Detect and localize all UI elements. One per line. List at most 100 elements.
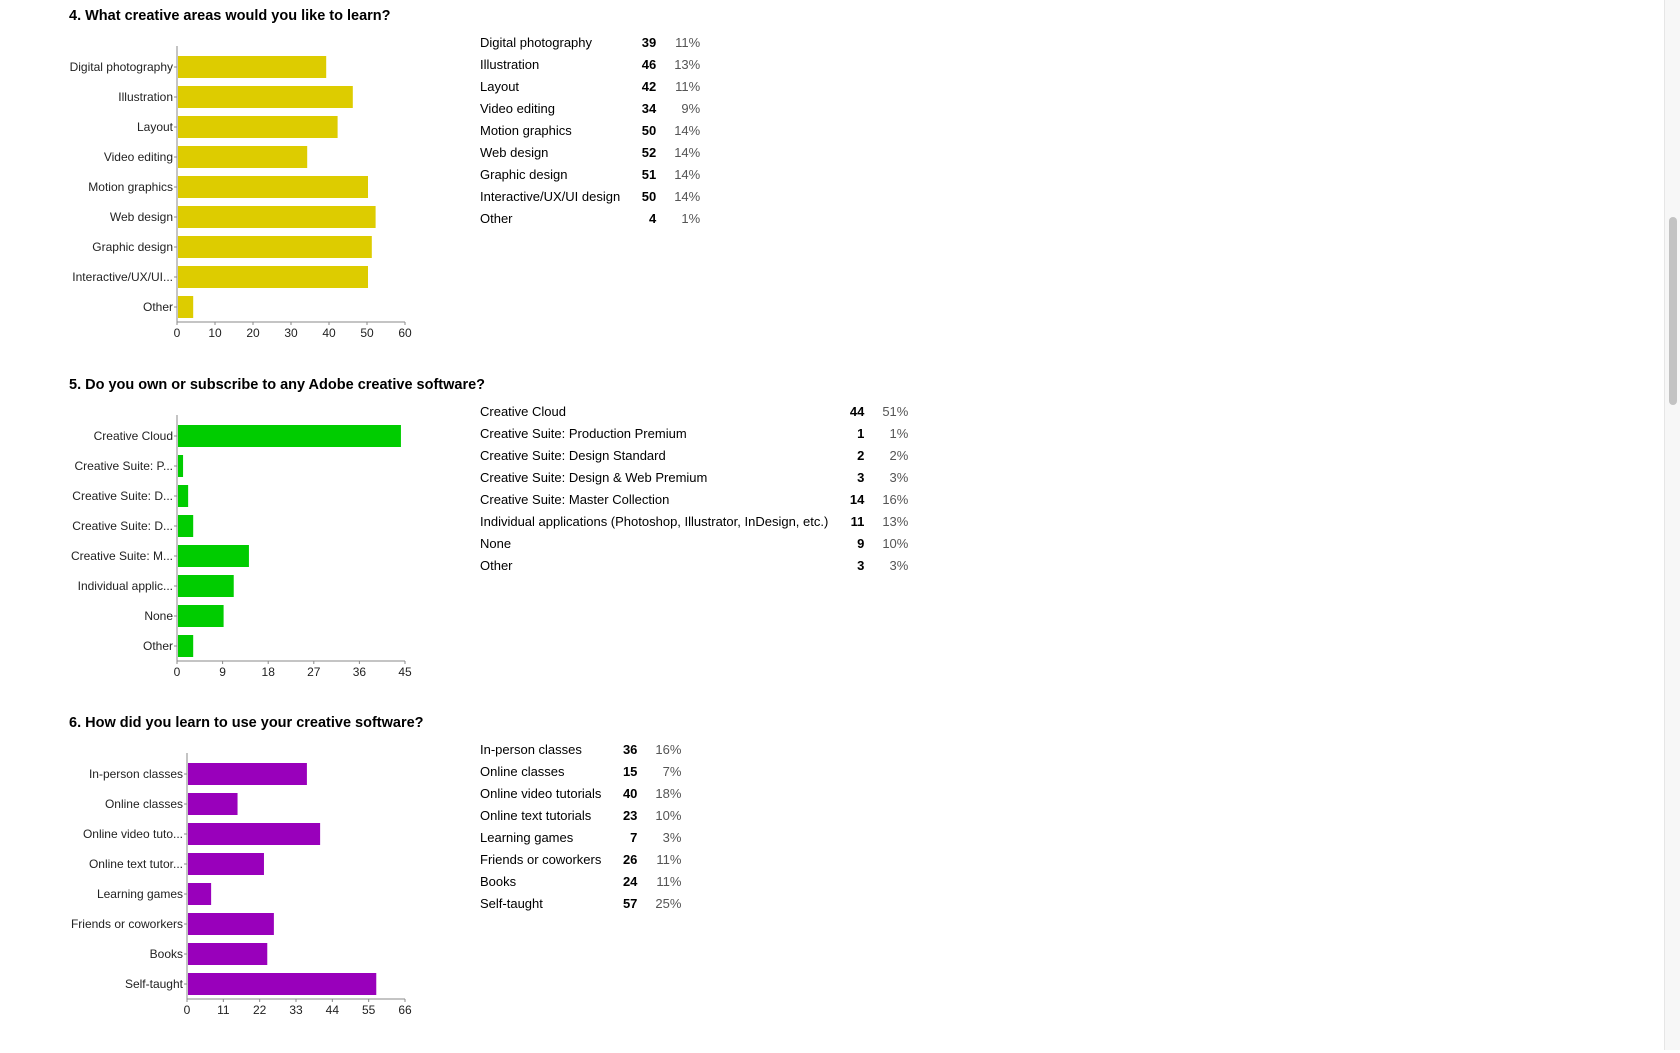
summary-row: Creative Suite: Master Collection 14 16% <box>480 489 908 511</box>
category-label: Online video tuto... <box>83 827 183 841</box>
summary-percent: 11% <box>675 79 701 94</box>
summary-table: Creative Cloud 44 51% Creative Suite: Produ… <box>480 401 908 577</box>
summary-row: Individual applications (Photoshop, Illu… <box>480 511 908 533</box>
summary-count: 50 <box>641 189 657 204</box>
bar <box>188 853 264 875</box>
bar <box>178 635 194 657</box>
bar <box>188 913 274 935</box>
summary-label: Online classes <box>480 764 565 779</box>
x-tick-label: 20 <box>246 326 260 340</box>
summary-row: Video editing 34 9% <box>480 98 700 120</box>
summary-row: Online text tutorials 23 10% <box>480 805 681 827</box>
summary-count: 51 <box>641 167 657 182</box>
bar <box>178 515 194 537</box>
summary-row: Web design 52 14% <box>480 142 700 164</box>
category-label: Self-taught <box>125 977 184 991</box>
summary-label: Individual applications (Photoshop, Illu… <box>480 514 829 529</box>
bar <box>178 455 184 477</box>
summary-count: 23 <box>622 808 638 823</box>
category-label: None <box>144 609 173 623</box>
summary-percent: 2% <box>889 448 909 463</box>
bar-chart: In-person classes Online classes Online vi… <box>71 753 412 1017</box>
category-label: Video editing <box>104 150 173 164</box>
question-title: 5. Do you own or subscribe to any Adobe … <box>69 377 486 393</box>
summary-label: Creative Suite: Master Collection <box>480 492 670 507</box>
summary-percent: 14% <box>674 167 701 182</box>
summary-label: Interactive/UX/UI design <box>480 189 621 204</box>
summary-row: Illustration 46 13% <box>480 54 700 76</box>
summary-label: Learning games <box>480 830 574 845</box>
summary-count: 7 <box>630 830 638 845</box>
summary-count: 3 <box>857 558 865 573</box>
category-label: Digital photography <box>70 60 173 74</box>
summary-row: None 9 10% <box>480 533 908 555</box>
bar <box>178 296 194 318</box>
x-tick-label: 66 <box>398 1003 412 1017</box>
summary-row: Creative Cloud 44 51% <box>480 401 908 423</box>
x-tick-label: 30 <box>284 326 298 340</box>
summary-row: Interactive/UX/UI design 50 14% <box>480 186 700 208</box>
x-tick-label: 50 <box>360 326 374 340</box>
summary-percent: 51% <box>882 404 909 419</box>
x-tick-label: 0 <box>174 665 181 679</box>
summary-row: Friends or coworkers 26 11% <box>480 849 681 871</box>
summary-label: Self-taught <box>480 896 543 911</box>
category-label: Creative Suite: M... <box>71 549 173 563</box>
bar <box>178 236 372 258</box>
category-label: Learning games <box>97 887 183 901</box>
summary-row: Self-taught 57 25% <box>480 893 681 915</box>
summary-table: In-person classes 36 16% Online classes 15 7%… <box>480 739 681 915</box>
bar-chart: Digital photography Illustration Layout Vid… <box>70 46 412 340</box>
category-label: Creative Cloud <box>94 429 173 443</box>
summary-percent: 1% <box>889 426 909 441</box>
bar <box>178 206 376 228</box>
summary-count: 52 <box>641 145 657 160</box>
summary-label: Layout <box>480 79 520 94</box>
category-label: In-person classes <box>89 767 183 781</box>
summary-row: Learning games 7 3% <box>480 827 681 849</box>
bar <box>178 575 234 597</box>
summary-row: Online video tutorials 40 18% <box>480 783 681 805</box>
summary-label: Video editing <box>480 101 555 116</box>
x-tick-label: 45 <box>398 665 412 679</box>
summary-label: Online video tutorials <box>480 786 602 801</box>
bar <box>178 86 353 108</box>
summary-percent: 16% <box>882 492 909 507</box>
x-tick-label: 60 <box>398 326 412 340</box>
vertical-scrollbar[interactable] <box>1664 0 1680 1050</box>
summary-percent: 11% <box>656 852 682 867</box>
question-title: 4. What creative areas would you like to… <box>69 8 391 24</box>
summary-count: 15 <box>622 764 638 779</box>
bar <box>178 56 327 78</box>
summary-row: Layout 42 11% <box>480 76 700 98</box>
bar <box>178 545 249 567</box>
x-tick-label: 0 <box>174 326 181 340</box>
summary-row: Books 24 11% <box>480 871 681 893</box>
category-label: Friends or coworkers <box>71 917 183 931</box>
scrollbar-thumb[interactable] <box>1669 217 1677 405</box>
bar <box>178 605 224 627</box>
summary-label: Digital photography <box>480 35 593 50</box>
category-label: Layout <box>137 120 174 134</box>
summary-count: 9 <box>857 536 865 551</box>
category-label: Motion graphics <box>88 180 173 194</box>
category-label: Web design <box>110 210 173 224</box>
summary-percent: 11% <box>656 874 682 889</box>
summary-label: Online text tutorials <box>480 808 592 823</box>
x-tick-label: 11 <box>217 1003 230 1017</box>
summary-percent: 9% <box>681 101 701 116</box>
bar <box>178 146 308 168</box>
x-tick-label: 9 <box>219 665 226 679</box>
bar-chart: Creative Cloud Creative Suite: P... Creati… <box>71 415 412 679</box>
summary-percent: 1% <box>681 211 701 226</box>
summary-label: Graphic design <box>480 167 568 182</box>
bar <box>178 425 401 447</box>
category-label: Other <box>143 639 173 653</box>
summary-count: 50 <box>641 123 657 138</box>
summary-row: Other 4 1% <box>480 208 700 230</box>
summary-count: 40 <box>622 786 638 801</box>
summary-count: 1 <box>857 426 865 441</box>
summary-label: Web design <box>480 145 549 160</box>
summary-percent: 7% <box>662 764 682 779</box>
x-tick-label: 40 <box>322 326 336 340</box>
